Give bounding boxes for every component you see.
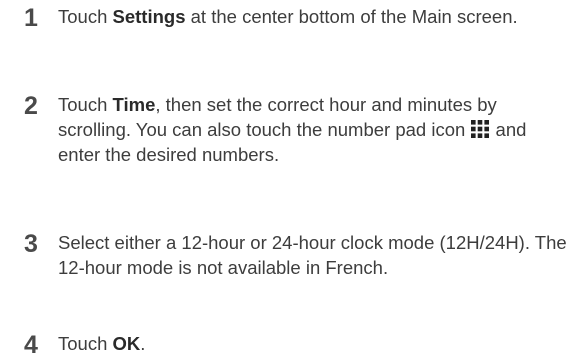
number-pad-icon bbox=[471, 120, 490, 138]
step-text-before: Touch bbox=[58, 94, 113, 115]
step-keyword: Settings bbox=[112, 6, 186, 27]
step-text: Touch Settings at the center bottom of t… bbox=[58, 4, 568, 29]
step-number: 4 bbox=[24, 331, 38, 359]
step-text: Touch OK. bbox=[58, 331, 568, 356]
step-number: 3 bbox=[24, 230, 38, 258]
step-keyword: Time bbox=[112, 94, 156, 115]
step-keyword: OK bbox=[112, 333, 141, 354]
step-number: 2 bbox=[24, 92, 38, 120]
step-text-before: Touch bbox=[58, 6, 113, 27]
step-text-after: . bbox=[140, 333, 146, 354]
step-text-before: Touch bbox=[58, 333, 113, 354]
step-number: 1 bbox=[24, 4, 38, 32]
step-text-after: at the center bottom of the Main screen. bbox=[185, 6, 518, 27]
step-text: Touch Time, then set the correct hour an… bbox=[58, 92, 568, 167]
step-text: Select either a 12-hour or 24-hour clock… bbox=[58, 232, 567, 278]
